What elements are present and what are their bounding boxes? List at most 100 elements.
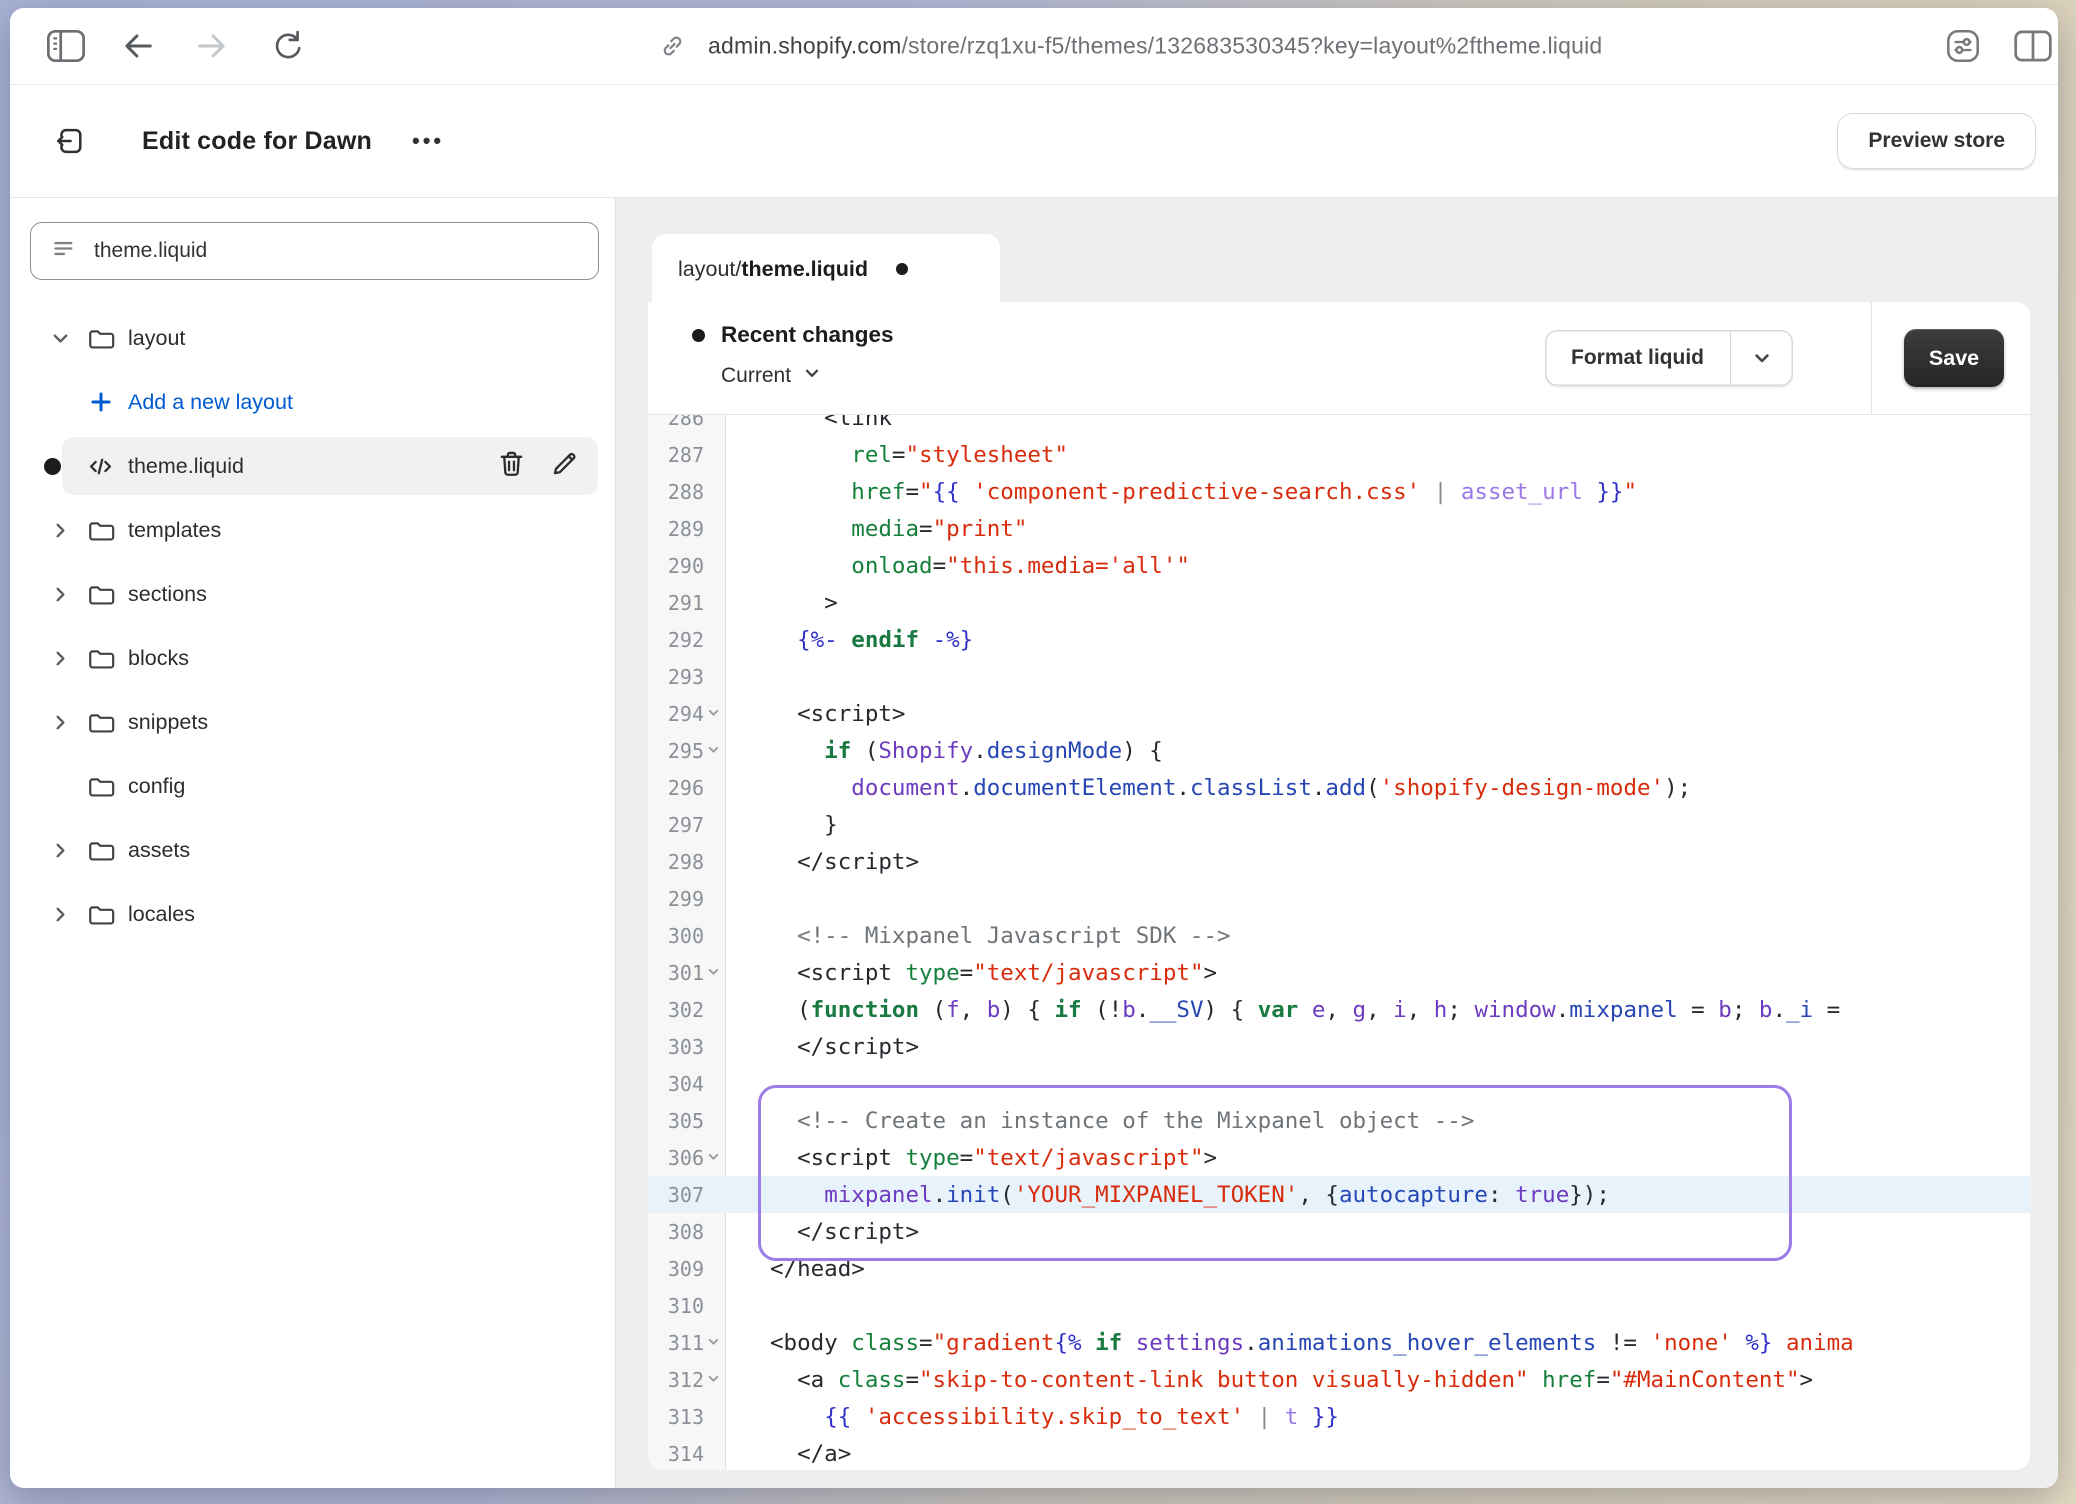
code-line-295[interactable]: 295 if (Shopify.designMode) { [648, 732, 2030, 769]
format-liquid-dropdown[interactable] [1730, 330, 1793, 386]
item-label: sections [128, 582, 207, 607]
save-zone: Save [1871, 302, 2030, 414]
code-line-312[interactable]: 312 <a class="skip-to-content-link butto… [648, 1361, 2030, 1398]
file-tree: layout Add a new layout theme.liquidtempla… [10, 306, 615, 946]
code-line-297[interactable]: 297 } [648, 806, 2030, 843]
url-path: /store/rzq1xu-f5/themes/132683530345?key… [901, 33, 1602, 59]
folder-icon [86, 772, 115, 801]
delete-file-icon[interactable] [496, 448, 527, 484]
sidebar-item-layout[interactable]: layout [10, 306, 615, 370]
sidebar-item-config[interactable]: config [10, 754, 615, 818]
code-editor-area: layout/theme.liquid Recent changes Curre… [616, 198, 2058, 1488]
item-label: snippets [128, 710, 208, 735]
code-line-287[interactable]: 287 rel="stylesheet" [648, 436, 2030, 473]
code-text: <!-- Mixpanel Javascript SDK --> [770, 923, 1231, 949]
save-button[interactable]: Save [1904, 329, 2004, 387]
line-number: 314 [648, 1442, 704, 1466]
code-line-296[interactable]: 296 document.documentElement.classList.a… [648, 769, 2030, 806]
format-liquid-button[interactable]: Format liquid [1545, 330, 1793, 386]
sidebar-item-snippets[interactable]: snippets [10, 690, 615, 754]
preview-store-button[interactable]: Preview store [1837, 113, 2036, 169]
chevron-right-icon[interactable] [48, 519, 72, 542]
code-line-290[interactable]: 290 onload="this.media='all'" [648, 547, 2030, 584]
line-number: 301 [648, 961, 704, 985]
code-line-288[interactable]: 288 href="{{ 'component-predictive-searc… [648, 473, 2030, 510]
fold-chevron-icon[interactable] [706, 1334, 721, 1354]
recent-changes-label: Recent changes [721, 322, 894, 348]
code-text: {%- endif -%} [770, 627, 973, 653]
page-title: Edit code for Dawn [142, 127, 372, 156]
file-search-input[interactable]: theme.liquid [30, 222, 599, 280]
chevron-right-icon[interactable] [48, 583, 72, 606]
code-line-294[interactable]: 294 <script> [648, 695, 2030, 732]
code-line-286[interactable]: 286 <link [648, 415, 2030, 436]
code-line-314[interactable]: 314 </a> [648, 1435, 2030, 1470]
sidebar-item-templates[interactable]: templates [10, 498, 615, 562]
code-line-300[interactable]: 300 <!-- Mixpanel Javascript SDK --> [648, 917, 2030, 954]
code-line-303[interactable]: 303 </script> [648, 1028, 2030, 1065]
code-line-311[interactable]: 311<body class="gradient{% if settings.a… [648, 1324, 2030, 1361]
file-search-value: theme.liquid [94, 239, 207, 263]
line-number: 312 [648, 1368, 704, 1392]
line-number: 298 [648, 850, 704, 874]
fold-chevron-icon[interactable] [706, 964, 721, 984]
code-line-289[interactable]: 289 media="print" [648, 510, 2030, 547]
code-text: <script> [770, 701, 905, 727]
fold-chevron-icon[interactable] [706, 1149, 721, 1169]
line-number: 286 [648, 415, 704, 430]
rename-file-icon[interactable] [549, 448, 580, 484]
code-line-313[interactable]: 313 {{ 'accessibility.skip_to_text' | t … [648, 1398, 2030, 1435]
version-dropdown[interactable]: Current [721, 362, 1545, 389]
sidebar-toggle-icon[interactable] [46, 28, 86, 64]
code-line-298[interactable]: 298 </script> [648, 843, 2030, 880]
forward-icon[interactable] [192, 26, 232, 66]
line-number: 290 [648, 554, 704, 578]
annotation-box [758, 1085, 1792, 1261]
code-text: (function (f, b) { if (!b.__SV) { var e,… [770, 997, 1840, 1023]
tab-theme-liquid[interactable]: layout/theme.liquid [652, 234, 1000, 304]
url-bar[interactable]: admin.shopify.com/store/rzq1xu-f5/themes… [708, 33, 1602, 60]
fold-chevron-icon[interactable] [706, 742, 721, 762]
reload-icon[interactable] [268, 27, 306, 65]
line-number: 311 [648, 1331, 704, 1355]
sidebar-item-blocks[interactable]: blocks [10, 626, 615, 690]
code-line-310[interactable]: 310 [648, 1287, 2030, 1324]
unsaved-changes-dot [896, 263, 908, 275]
code-line-292[interactable]: 292 {%- endif -%} [648, 621, 2030, 658]
code-line-293[interactable]: 293 [648, 658, 2030, 695]
chevron-right-icon[interactable] [48, 903, 72, 926]
item-label: locales [128, 902, 195, 927]
code-line-291[interactable]: 291 > [648, 584, 2030, 621]
editor-panel: Recent changes Current Format liquid [648, 302, 2030, 1470]
sidebar-action-add-a-new-layout[interactable]: Add a new layout [10, 370, 615, 434]
tab-path-prefix: layout/ [678, 257, 741, 282]
code-viewport[interactable]: 286 <link287 rel="stylesheet"288 href="{… [648, 415, 2030, 1470]
code-line-302[interactable]: 302 (function (f, b) { if (!b.__SV) { va… [648, 991, 2030, 1028]
code-text: if (Shopify.designMode) { [770, 738, 1163, 764]
chevron-down-icon [1750, 346, 1774, 370]
chevron-down-icon[interactable] [48, 327, 72, 350]
file-sidebar: theme.liquid layout Add a new layout theme… [10, 198, 616, 1488]
fold-chevron-icon[interactable] [706, 705, 721, 725]
line-number: 310 [648, 1294, 704, 1318]
code-line-299[interactable]: 299 [648, 880, 2030, 917]
fold-chevron-icon[interactable] [706, 1371, 721, 1391]
chevron-right-icon[interactable] [48, 839, 72, 862]
chevron-right-icon[interactable] [48, 711, 72, 734]
sidebar-item-assets[interactable]: assets [10, 818, 615, 882]
line-number: 296 [648, 776, 704, 800]
page-settings-icon[interactable] [1942, 25, 1984, 67]
item-label: Add a new layout [128, 390, 293, 415]
sidebar-item-sections[interactable]: sections [10, 562, 615, 626]
more-actions-menu[interactable]: ••• [412, 128, 444, 154]
code-line-301[interactable]: 301 <script type="text/javascript"> [648, 954, 2030, 991]
line-number: 308 [648, 1220, 704, 1244]
exit-editor-button[interactable] [54, 125, 86, 157]
chevron-right-icon[interactable] [48, 647, 72, 670]
sidebar-item-theme-liquid[interactable]: theme.liquid [10, 434, 615, 498]
sidebar-item-locales[interactable]: locales [10, 882, 615, 946]
back-icon[interactable] [118, 26, 158, 66]
split-view-icon[interactable] [2012, 28, 2054, 64]
line-number: 300 [648, 924, 704, 948]
code-text: } [770, 812, 838, 838]
